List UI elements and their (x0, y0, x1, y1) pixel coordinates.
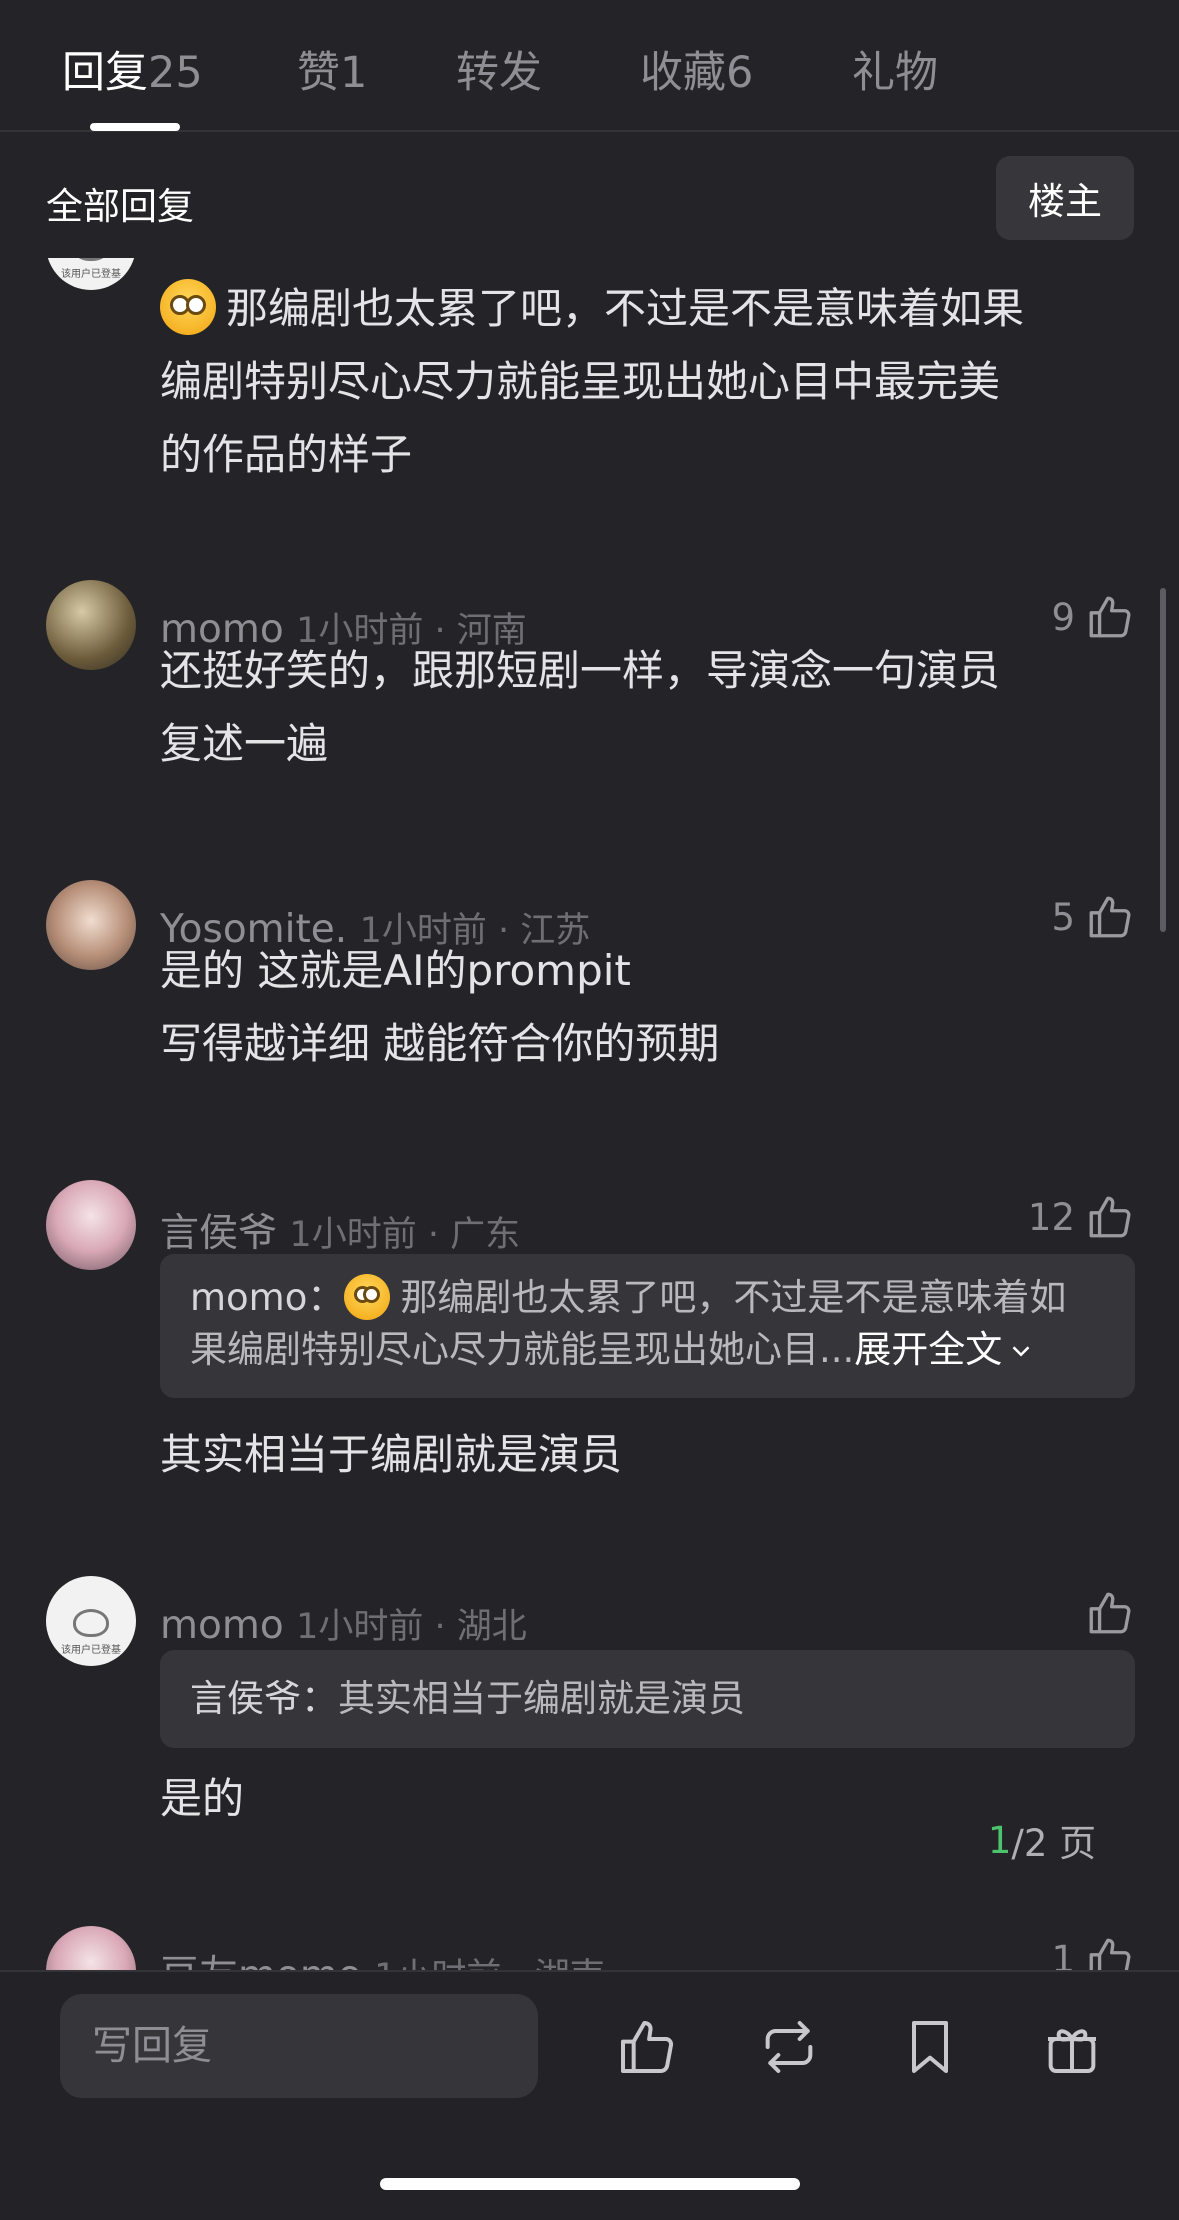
tab-bar: 回复25 赞1 转发 收藏6 礼物 (0, 0, 1179, 132)
tab-favorites-count: 6 (726, 48, 754, 98)
tab-likes[interactable]: 赞1 (297, 38, 367, 100)
avatar-text: 该用户已登基 (61, 1645, 121, 1656)
like-button[interactable] (1075, 1588, 1135, 1638)
tab-favorites-label: 收藏 (640, 48, 726, 98)
like-count: 1 (1051, 1937, 1075, 1971)
like-post-button[interactable] (612, 2012, 682, 2082)
bookmark-icon (912, 2021, 948, 2073)
comment-body: 是的 这就是AI的prompit 写得越详细 越能符合你的预期 (160, 934, 1135, 1080)
quote-author: momo： (190, 1276, 345, 1319)
comment-page: 回复25 赞1 转发 收藏6 礼物 全部回复 楼主 该用户已登基 那编剧也太累了… (0, 0, 1179, 2220)
total-pages: /2 页 (1011, 1822, 1097, 1865)
repost-button[interactable] (754, 2012, 824, 2082)
location: 湖北 (456, 1607, 527, 1647)
username[interactable]: 言侯爷 (160, 1211, 277, 1256)
kitty-icon (73, 258, 109, 261)
quote-line: 果编剧特别尽心尽力就能呈现出她心目... (190, 1328, 855, 1371)
comment-body: 那编剧也太累了吧，不过是不是意味着如果 编剧特别尽心尽力就能呈现出她心目中最完美… (160, 272, 1135, 491)
expand-full-text[interactable]: 展开全文 (854, 1328, 1002, 1371)
location: 湖南 (535, 1957, 605, 1970)
thumbs-up-icon (1089, 1938, 1131, 1970)
op-only-button[interactable]: 楼主 (996, 156, 1134, 240)
like-count: 5 (1051, 895, 1075, 939)
thumbs-up-icon (1089, 1592, 1131, 1634)
tab-likes-label: 赞 (297, 48, 340, 98)
avatar[interactable] (46, 580, 136, 670)
avatar[interactable] (46, 1180, 136, 1270)
tab-gifts-label: 礼物 (852, 48, 938, 98)
gift-icon (1048, 2029, 1096, 2073)
comment-line: 那编剧也太累了吧，不过是不是意味着如果 (226, 284, 1025, 333)
flushed-emoji-icon (344, 1274, 391, 1320)
comment-line: 写得越详细 越能符合你的预期 (160, 1019, 720, 1068)
comment-meta: 言侯爷 1小时前 · 广东 (160, 1211, 521, 1256)
avatar[interactable]: 该用户已登基 (46, 258, 136, 290)
comment-body: 其实相当于编剧就是演员 (160, 1418, 1135, 1491)
repost-icon (765, 2021, 813, 2073)
quoted-reply[interactable]: 言侯爷：其实相当于编剧就是演员 (160, 1650, 1135, 1748)
tab-reposts-label: 转发 (456, 48, 542, 98)
comment-meta: momo 1小时前 · 湖北 (160, 1603, 527, 1648)
comment-body: 还挺好笑的，跟那短剧一样，导演念一句演员 复述一遍 (160, 634, 1135, 780)
page-indicator[interactable]: 1/2 页 (950, 1804, 1134, 1876)
quote-line: 那编剧也太累了吧，不过是不是意味着如 (400, 1276, 1067, 1319)
like-button[interactable]: 12 (1028, 1192, 1135, 1242)
home-indicator[interactable] (380, 2178, 800, 2190)
comment-line: 的作品的样子 (160, 430, 413, 479)
reply-input[interactable] (60, 1994, 538, 2098)
tab-replies-label: 回复 (62, 48, 148, 98)
quote-text: 其实相当于编剧就是演员 (338, 1677, 745, 1720)
comment-line: 是的 这就是AI的prompit (160, 946, 631, 995)
chevron-down-icon[interactable] (1006, 1336, 1036, 1366)
thumbs-up-icon (1089, 1196, 1131, 1238)
avatar[interactable] (46, 1926, 136, 1970)
username[interactable]: momo (160, 1603, 284, 1648)
thumbs-up-icon (621, 2021, 674, 2074)
comment-line: 编剧特别尽心尽力就能呈现出她心目中最完美 (160, 357, 1001, 406)
comment-list[interactable]: 该用户已登基 那编剧也太累了吧，不过是不是意味着如果 编剧特别尽心尽力就能呈现出… (0, 258, 1179, 1970)
tab-gifts[interactable]: 礼物 (852, 38, 938, 100)
kitty-icon (73, 1609, 109, 1637)
timestamp: 1小时前 (296, 1607, 424, 1647)
current-page: 1 (987, 1818, 1012, 1862)
flushed-emoji-icon (160, 279, 216, 335)
username[interactable]: 豆友momo (160, 1953, 362, 1970)
bookmark-button[interactable] (895, 2012, 965, 2082)
avatar[interactable] (46, 880, 136, 970)
quote-author: 言侯爷： (190, 1677, 338, 1720)
tab-favorites[interactable]: 收藏6 (640, 38, 753, 100)
like-button[interactable]: 1 (1051, 1934, 1135, 1970)
avatar-text: 该用户已登基 (61, 269, 121, 280)
timestamp: 1小时前 (289, 1215, 417, 1255)
tab-likes-count: 1 (340, 48, 368, 98)
filter-all-replies[interactable]: 全部回复 (46, 176, 194, 230)
like-count: 9 (1051, 595, 1075, 639)
comment-line: 还挺好笑的，跟那短剧一样，导演念一句演员 (160, 646, 1001, 695)
comment-line: 其实相当于编剧就是演员 (160, 1430, 623, 1479)
timestamp: 1小时前 (374, 1957, 501, 1970)
tab-replies-count: 25 (148, 48, 203, 98)
active-tab-indicator (90, 123, 180, 131)
tab-reposts[interactable]: 转发 (456, 38, 542, 100)
comment-meta: 豆友momo 1小时前 · 湖南 (160, 1944, 605, 1970)
location: 广东 (450, 1215, 521, 1255)
scrollbar[interactable] (1160, 588, 1166, 932)
gift-button[interactable] (1037, 2012, 1107, 2082)
quoted-reply[interactable]: momo： 那编剧也太累了吧，不过是不是意味着如 果编剧特别尽心尽力就能呈现出她心… (160, 1254, 1135, 1398)
tab-replies[interactable]: 回复25 (62, 38, 203, 100)
like-count: 12 (1027, 1195, 1075, 1239)
avatar[interactable]: 该用户已登基 (46, 1576, 136, 1666)
comment-line: 复述一遍 (160, 719, 329, 768)
